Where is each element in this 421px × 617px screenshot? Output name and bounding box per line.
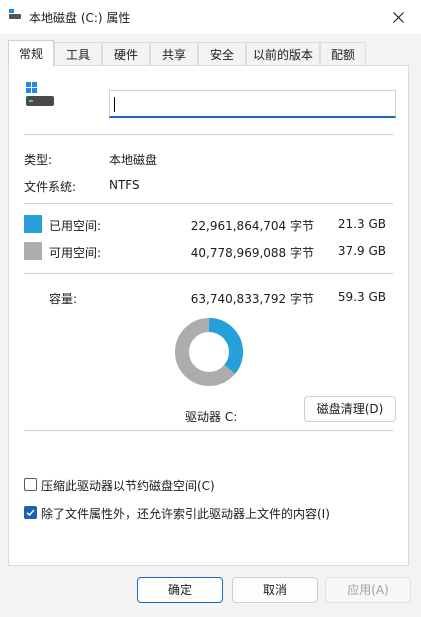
compress-checkbox-label: 压缩此驱动器以节约磁盘空间(C) — [41, 479, 215, 493]
tab-general[interactable]: 常规 — [8, 40, 54, 66]
type-value: 本地磁盘 — [109, 153, 158, 167]
window-title: 本地磁盘 (C:) 属性 — [29, 11, 131, 25]
tab-sharing[interactable]: 共享 — [150, 42, 198, 66]
text-caret — [114, 97, 115, 112]
title-bar: 本地磁盘 (C:) 属性 — [0, 0, 421, 34]
drive-name-input[interactable] — [109, 90, 396, 118]
capacity-label: 容量: — [49, 292, 78, 306]
check-icon — [26, 509, 35, 516]
close-icon — [392, 11, 404, 23]
drive-icon — [26, 82, 54, 106]
index-checkbox[interactable] — [24, 506, 37, 519]
index-checkbox-label: 除了文件属性外，还允许索引此驱动器上文件的内容(I) — [41, 507, 330, 521]
free-space-label: 可用空间: — [49, 246, 102, 260]
free-space-size: 37.9 GB — [337, 244, 386, 258]
divider — [24, 430, 393, 431]
disk-usage-donut — [175, 318, 243, 386]
used-space-label: 已用空间: — [49, 219, 102, 233]
tab-tools[interactable]: 工具 — [54, 42, 102, 66]
free-space-bytes: 40,778,969,088 字节 — [190, 246, 314, 260]
capacity-size: 59.3 GB — [337, 290, 386, 304]
compress-checkbox[interactable] — [24, 478, 37, 491]
close-button[interactable] — [375, 0, 421, 34]
general-panel: 类型: 本地磁盘 文件系统: NTFS 已用空间: 22,961,864,704… — [8, 65, 409, 566]
type-label: 类型: — [24, 153, 53, 167]
tab-hardware[interactable]: 硬件 — [102, 42, 150, 66]
cancel-button[interactable]: 取消 — [232, 577, 318, 603]
divider — [24, 203, 393, 204]
divider — [24, 134, 393, 135]
drive-label: 驱动器 C: — [185, 410, 238, 424]
used-space-bytes: 22,961,864,704 字节 — [190, 219, 314, 233]
tab-previous-versions[interactable]: 以前的版本 — [246, 42, 320, 66]
tab-security[interactable]: 安全 — [198, 42, 246, 66]
filesystem-label: 文件系统: — [24, 180, 77, 194]
apply-button[interactable]: 应用(A) — [325, 577, 411, 603]
used-space-swatch — [24, 215, 42, 233]
filesystem-value: NTFS — [109, 178, 140, 192]
tab-bar: 常规 工具 硬件 共享 安全 以前的版本 配额 — [8, 40, 408, 66]
capacity-bytes: 63,740,833,792 字节 — [190, 292, 314, 306]
ok-button[interactable]: 确定 — [137, 577, 223, 603]
disk-cleanup-button[interactable]: 磁盘清理(D) — [304, 396, 396, 422]
divider — [24, 273, 393, 274]
tab-quota[interactable]: 配额 — [320, 42, 366, 66]
drive-icon — [9, 9, 21, 19]
used-space-size: 21.3 GB — [337, 217, 386, 231]
free-space-swatch — [24, 242, 42, 260]
